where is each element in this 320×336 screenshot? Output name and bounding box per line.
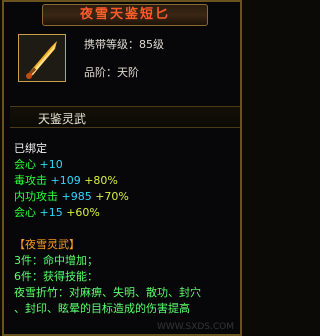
stat-name: 会心 (14, 158, 36, 171)
stat-name: 内功攻击 (14, 190, 58, 203)
stat-line: 内功攻击 +985 +70% (14, 188, 129, 204)
item-grade: 品阶：天阶 (84, 66, 139, 79)
stat-name: 会心 (14, 206, 36, 219)
stat-value: +10 (39, 158, 63, 171)
stat-value: +15 (39, 206, 63, 219)
set-skill-line-1: 夜雪折竹：对麻痹、失明、散功、封穴 (14, 286, 201, 299)
section-header: 天鉴灵武 (10, 106, 240, 128)
item-icon-frame (18, 34, 66, 82)
stat-line: 会心 +10 (14, 156, 63, 172)
stat-value: +985 (61, 190, 92, 203)
stat-bonus: +70% (95, 190, 129, 203)
dagger-icon (26, 41, 57, 79)
set-bonus-6: 6件：获得技能： (14, 270, 98, 283)
item-tooltip: 夜雪天鉴短匕 携带等级：85级 品阶：天阶 天鉴灵武 已绑定 会心 +10 毒攻… (2, 0, 242, 336)
stat-line: 会心 +15 +60% (14, 204, 100, 220)
set-bonus-3: 3件：命中增加； (14, 254, 98, 267)
section-title: 天鉴灵武 (38, 112, 87, 126)
item-name-title: 夜雪天鉴短匕 (42, 4, 208, 26)
carry-level: 携带等级：85级 (84, 38, 164, 51)
stat-name: 毒攻击 (14, 174, 47, 187)
stat-line: 毒攻击 +109 +80% (14, 172, 118, 188)
stat-bonus: +80% (84, 174, 118, 187)
set-name: 【夜雪灵武】 (14, 238, 80, 251)
set-skill-line-2: 、封印、眩晕的目标造成的伤害提高 (14, 302, 190, 315)
bound-status: 已绑定 (14, 142, 47, 155)
stat-value: +109 (50, 174, 81, 187)
watermark: WWW.SXDS.COM (156, 322, 234, 332)
stat-bonus: +60% (66, 206, 100, 219)
